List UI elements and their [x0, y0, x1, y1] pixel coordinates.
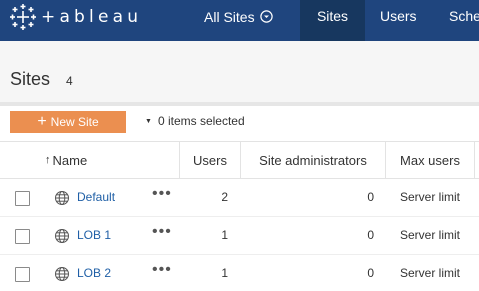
page-title: Sites: [10, 69, 51, 89]
site-name-link[interactable]: LOB 2: [77, 266, 111, 280]
users-count: 1: [221, 228, 228, 242]
site-admins-count: 0: [367, 228, 374, 242]
tab-sites[interactable]: Sites: [300, 0, 365, 41]
max-users-value: Server limit: [399, 190, 460, 204]
row-checkbox[interactable]: [15, 267, 30, 282]
globe-icon: [55, 267, 69, 281]
column-header-users[interactable]: Users: [180, 142, 240, 179]
chevron-circle-down-icon: [259, 10, 273, 23]
row-checkbox[interactable]: [15, 191, 30, 206]
table-header-row: ↑ Name Users Site administrators Max use…: [0, 141, 479, 179]
column-header-name[interactable]: ↑ Name: [45, 142, 87, 179]
table-row: Default ••• 2 0 Server limit: [0, 179, 479, 217]
selected-count-label: 0 items selected: [157, 114, 245, 128]
tab-users[interactable]: Users: [380, 0, 417, 41]
globe-icon: [55, 229, 69, 243]
table-row: LOB 1 ••• 1 0 Server limit: [0, 217, 479, 255]
users-count: 1: [221, 266, 228, 280]
selection-menu[interactable]: ▼ 0 items selected: [145, 114, 245, 128]
more-actions-icon[interactable]: •••: [152, 223, 172, 241]
new-site-label: New Site: [50, 115, 99, 129]
header-divider: [0, 102, 479, 106]
site-switcher-label: All Sites: [204, 8, 255, 25]
max-users-value: Server limit: [399, 228, 460, 242]
more-actions-icon[interactable]: •••: [152, 185, 172, 203]
top-nav-bar: +ableau All Sites Sites Users Sche: [0, 0, 479, 41]
users-count: 2: [221, 190, 228, 204]
site-name-link[interactable]: LOB 1: [77, 228, 111, 242]
site-admins-count: 0: [367, 190, 374, 204]
tab-schedules[interactable]: Sche: [449, 0, 479, 41]
row-checkbox[interactable]: [15, 229, 30, 244]
globe-icon: [55, 191, 69, 205]
column-header-site-administrators[interactable]: Site administrators: [241, 142, 385, 179]
column-header-name-label: Name: [52, 153, 88, 168]
table-row: LOB 2 ••• 1 0 Server limit: [0, 255, 479, 291]
site-admins-count: 0: [367, 266, 374, 280]
tableau-logo-icon: [10, 4, 36, 30]
column-header-max-users[interactable]: Max users: [386, 142, 474, 179]
site-switcher[interactable]: All Sites: [204, 0, 273, 33]
site-name-link[interactable]: Default: [77, 190, 115, 204]
tableau-logo[interactable]: +ableau: [9, 3, 142, 31]
new-site-button[interactable]: + New Site: [10, 111, 126, 133]
site-count: 4: [66, 74, 73, 88]
sort-ascending-icon: ↑: [45, 154, 51, 166]
max-users-value: Server limit: [399, 266, 460, 280]
more-actions-icon[interactable]: •••: [152, 261, 172, 279]
logo-text: +ableau: [41, 7, 143, 27]
column-divider: [474, 142, 475, 179]
page-header: Sites 4: [0, 41, 479, 102]
caret-down-icon: ▼: [145, 117, 152, 125]
plus-icon: +: [37, 113, 47, 130]
